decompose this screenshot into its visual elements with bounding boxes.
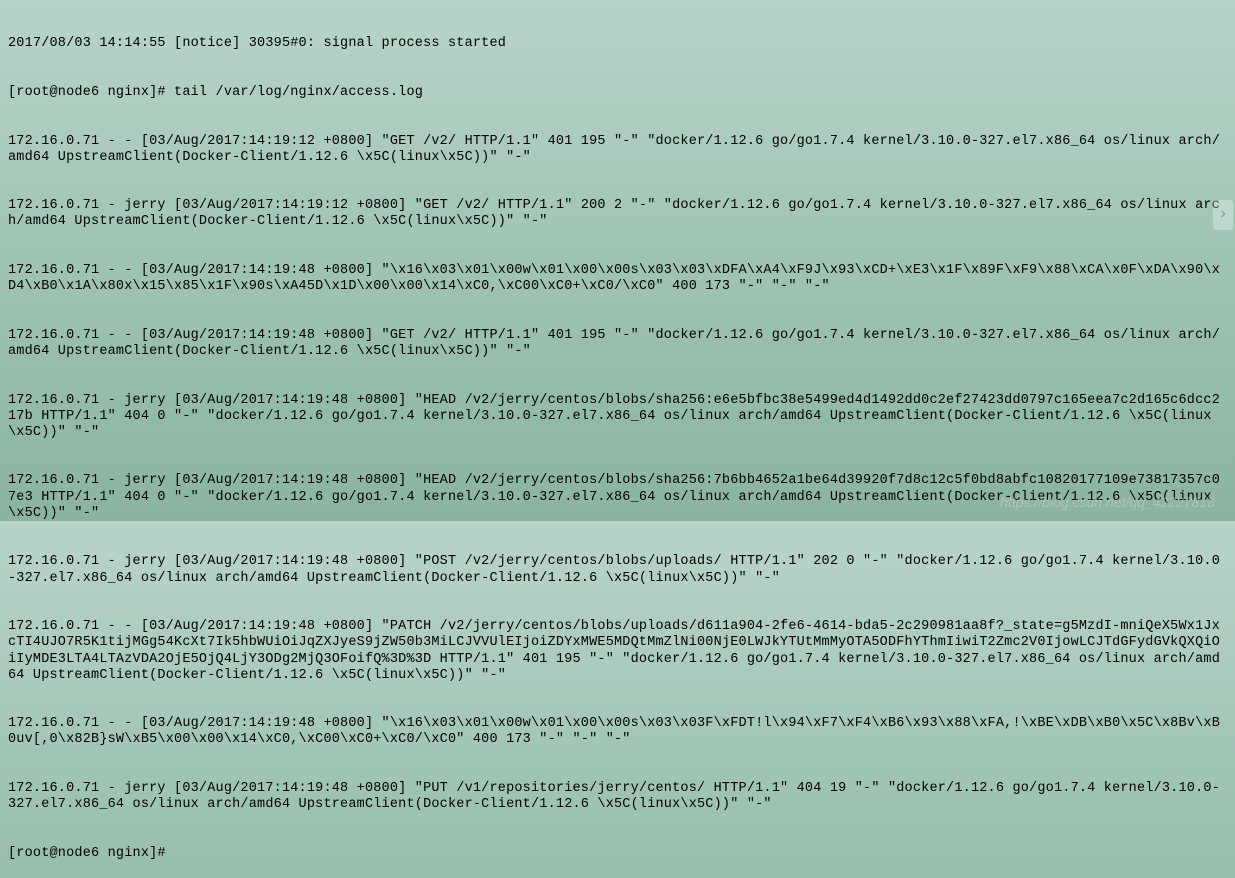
- shell-prompt-command: [root@node6 nginx]# tail /var/log/nginx/…: [8, 85, 1227, 101]
- shell-prompt[interactable]: [root@node6 nginx]#: [8, 846, 1227, 862]
- log-line: 172.16.0.71 - - [03/Aug/2017:14:19:48 +0…: [8, 263, 1227, 295]
- log-line: 172.16.0.71 - jerry [03/Aug/2017:14:19:4…: [8, 393, 1227, 442]
- next-arrow-icon[interactable]: ›: [1213, 200, 1233, 230]
- chevron-right-icon: ›: [1218, 205, 1228, 224]
- log-line: 172.16.0.71 - - [03/Aug/2017:14:19:12 +0…: [8, 134, 1227, 166]
- watermark-text: https://blog.csdn.net/qq_42227818: [1000, 494, 1215, 511]
- terminal-output: 2017/08/03 14:14:55 [notice] 30395#0: si…: [8, 4, 1227, 878]
- log-line: 172.16.0.71 - - [03/Aug/2017:14:19:48 +0…: [8, 619, 1227, 684]
- log-line: 172.16.0.71 - jerry [03/Aug/2017:14:19:4…: [8, 781, 1227, 813]
- log-line: 172.16.0.71 - - [03/Aug/2017:14:19:48 +0…: [8, 328, 1227, 360]
- log-line: 172.16.0.71 - jerry [03/Aug/2017:14:19:4…: [8, 554, 1227, 586]
- log-line: 172.16.0.71 - jerry [03/Aug/2017:14:19:1…: [8, 198, 1227, 230]
- log-line: 2017/08/03 14:14:55 [notice] 30395#0: si…: [8, 36, 1227, 52]
- log-line: 172.16.0.71 - - [03/Aug/2017:14:19:48 +0…: [8, 716, 1227, 748]
